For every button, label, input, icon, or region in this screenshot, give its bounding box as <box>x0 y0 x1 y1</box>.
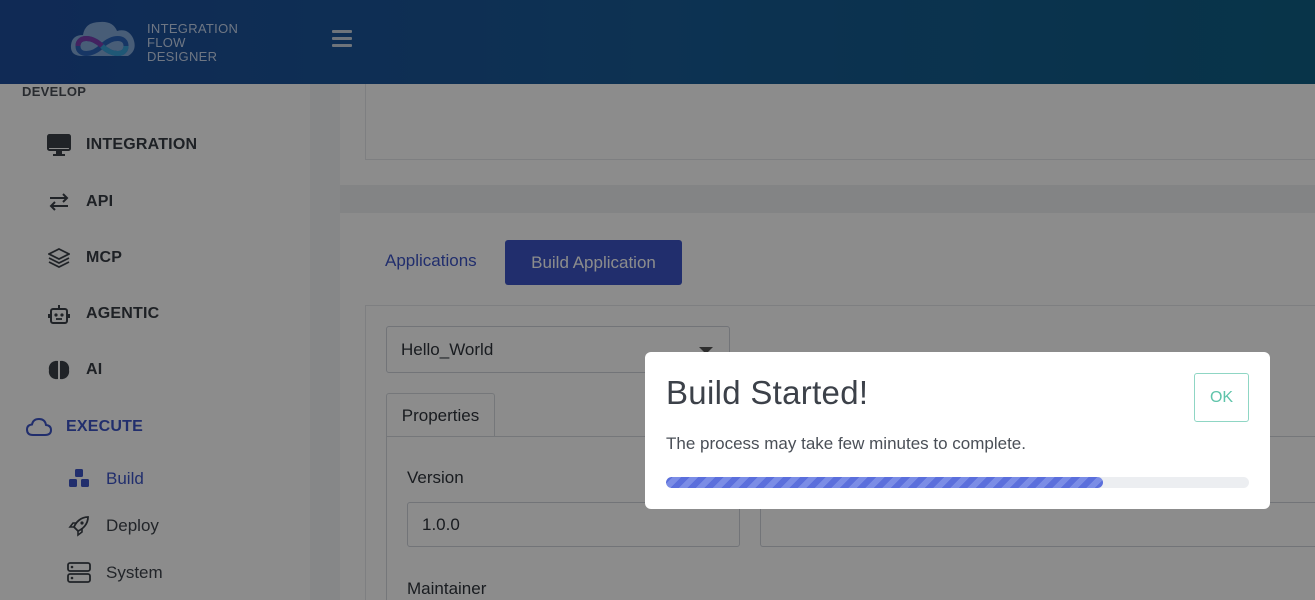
dialog-title: Build Started! <box>666 374 869 411</box>
modal-backdrop <box>0 0 1315 600</box>
build-progress-bar <box>666 477 1249 488</box>
dialog-message: The process may take few minutes to comp… <box>666 434 1026 453</box>
progress-fill <box>666 477 1104 488</box>
ok-button[interactable]: OK <box>1194 373 1249 422</box>
build-started-dialog: Build Started! OK The process may take f… <box>645 352 1270 509</box>
